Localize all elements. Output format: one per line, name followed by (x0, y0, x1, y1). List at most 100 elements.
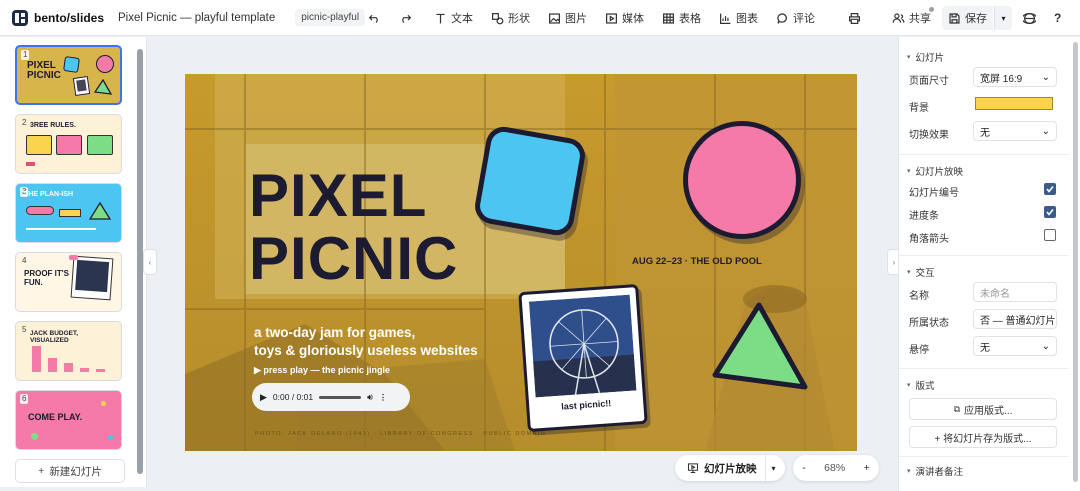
name-input[interactable]: 未命名 (973, 282, 1057, 302)
section-slideshow-header[interactable]: ▾ 幻灯片放映 (907, 164, 963, 178)
save-as-layout-button[interactable]: + 将幻灯片存为版式... (909, 426, 1057, 448)
caret-down-icon: ▾ (907, 382, 911, 389)
corner-arrows-checkbox[interactable] (1044, 229, 1056, 241)
media-icon (606, 12, 617, 24)
slide-thumbnail-6[interactable]: 6 COME PLAY. (15, 390, 122, 450)
slide-canvas[interactable]: PIXEL PICNIC a two-day jam for games, to… (185, 74, 857, 451)
image-tool-button[interactable]: 图片 (542, 6, 593, 30)
slide-thumbnail-title: PROOF IT'S FUN. (24, 269, 70, 287)
slideshow-label: 幻灯片放映 (704, 462, 757, 475)
start-slideshow-button[interactable]: 幻灯片放映 (675, 455, 766, 481)
top-toolbar: bento/slides Pixel Picnic — playful temp… (0, 0, 1080, 36)
slide-thumbnail-2[interactable]: 2 3REE RULES. (15, 114, 122, 174)
language-button[interactable] (1017, 6, 1042, 30)
print-button[interactable] (842, 6, 867, 30)
section-title: 交互 (915, 268, 935, 279)
play-icon[interactable]: ▶ (260, 392, 267, 403)
progress-bar-label: 进度条 (909, 211, 939, 222)
thumb-card (56, 135, 82, 155)
save-as-layout-label: + 将幻灯片存为版式... (934, 433, 1032, 445)
zoom-in-button[interactable]: + (864, 462, 870, 474)
text-icon (436, 13, 445, 23)
slide-thumbnail-3[interactable]: 3 THE PLAN-ISH (15, 183, 122, 243)
media-tool-button[interactable]: 媒体 (599, 6, 650, 30)
name-placeholder: 未命名 (980, 288, 1010, 300)
transition-label: 切换效果 (909, 130, 949, 141)
text-tool-button[interactable]: 文本 (428, 6, 479, 30)
slide-number: 5 (22, 325, 27, 334)
apply-layout-button[interactable]: ⧉ 应用版式... (909, 398, 1057, 420)
slideshow-options-caret-icon[interactable]: ▾ (766, 464, 782, 473)
redo-button[interactable] (393, 6, 418, 30)
shape-tool-button[interactable]: 形状 (485, 6, 536, 30)
section-layout-header[interactable]: ▾ 版式 (907, 378, 935, 392)
thumb-pill (26, 206, 54, 215)
state-select[interactable]: 否 — 普通幻灯片 (973, 309, 1057, 329)
chevron-down-icon: ⌄ (1041, 71, 1050, 83)
slide-thumbnail-title: COME PLAY. (28, 412, 83, 422)
media-tool-label: 媒体 (622, 13, 644, 25)
press-play-caption[interactable]: ▶ press play — the picnic jingle (254, 365, 390, 376)
save-options-dropdown[interactable]: ▾ (994, 6, 1012, 30)
background-color-swatch[interactable] (975, 97, 1053, 110)
thumb-tape (69, 255, 78, 260)
slide-thumbnail-5[interactable]: 5 JACK BUDGET, VISUALIZED (15, 321, 122, 381)
help-button[interactable]: ? (1048, 6, 1067, 30)
green-triangle-shape[interactable] (703, 297, 813, 397)
theme-chip[interactable]: picnic-playful (295, 9, 366, 26)
section-title: 版式 (915, 381, 935, 392)
slide-subtitle-line-2: toys & gloriously useless websites (254, 343, 478, 358)
pink-circle-shape[interactable] (683, 121, 801, 239)
app-logo[interactable]: bento/slides (12, 9, 105, 26)
new-slide-button[interactable]: + 新建幻灯片 (15, 459, 125, 483)
more-options-icon[interactable]: ⋮ (379, 392, 388, 403)
audio-time: 0:00 / 0:01 (272, 392, 314, 402)
properties-panel: ▾ 幻灯片 页面尺寸 宽屏 16:9 ⌄ 背景 切换效果 无 ⌄ ▾ 幻灯片放映 幻灯片… (898, 37, 1080, 491)
comment-tool-button[interactable]: 评论 (770, 6, 821, 30)
thumb-polaroid (72, 76, 91, 96)
section-title: 演讲者备注 (915, 467, 964, 478)
slide-title[interactable]: PIXEL PICNIC (249, 164, 458, 290)
blue-square-shape[interactable] (472, 124, 588, 238)
table-tool-button[interactable]: 表格 (656, 6, 707, 30)
save-button[interactable]: 保存 (942, 6, 993, 30)
layout-icon: ⧉ (953, 403, 961, 414)
page-size-label: 页面尺寸 (909, 76, 949, 87)
slide-thumbnail-4[interactable]: 4 PROOF IT'S FUN. (15, 252, 122, 312)
audio-progress-track[interactable] (319, 395, 362, 399)
chart-tool-button[interactable]: 图表 (713, 6, 764, 30)
zoom-out-button[interactable]: - (802, 462, 806, 474)
undo-button[interactable] (362, 6, 387, 30)
section-speaker-notes-header[interactable]: ▾ 演讲者备注 (907, 464, 963, 478)
thumb-bar (80, 368, 89, 372)
transition-select[interactable]: 无 ⌄ (973, 121, 1057, 141)
thumb-dot (31, 433, 38, 440)
shape-icon (492, 12, 504, 24)
thumb-square-shape (63, 56, 80, 73)
zoom-level[interactable]: 68% (824, 462, 845, 474)
slide-subtitle[interactable]: a two-day jam for games, toys & glorious… (254, 324, 478, 360)
slide-number-label: 幻灯片编号 (909, 188, 959, 199)
page-size-select[interactable]: 宽屏 16:9 ⌄ (973, 67, 1057, 87)
document-title[interactable]: Pixel Picnic — playful template (118, 12, 275, 24)
table-tool-label: 表格 (679, 13, 701, 25)
chevron-down-icon: ⌄ (1041, 125, 1050, 137)
thumb-dot (108, 435, 113, 440)
event-date-text[interactable]: AUG 22–23 · THE OLD POOL (632, 256, 762, 267)
divider (899, 456, 1069, 457)
audio-player[interactable]: ▶ 0:00 / 0:01 🔊︎ ⋮ (252, 383, 410, 411)
caret-down-icon: ▾ (907, 269, 911, 276)
slide-number-checkbox[interactable] (1044, 183, 1056, 195)
slide-thumbnail-1[interactable]: 1 PIXEL PICNIC (15, 45, 122, 105)
section-interaction-header[interactable]: ▾ 交互 (907, 265, 935, 279)
section-slide-header[interactable]: ▾ 幻灯片 (907, 50, 944, 64)
apply-layout-label: 应用版式... (964, 405, 1013, 417)
volume-icon[interactable]: 🔊︎ (367, 392, 373, 403)
logo-text: bento/slides (34, 10, 105, 25)
polaroid-photo[interactable]: last picnic!! (518, 283, 648, 433)
slide-thumbnail-title: PIXEL PICNIC (27, 60, 61, 81)
properties-scrollbar[interactable] (1073, 42, 1078, 482)
progress-bar-checkbox[interactable] (1044, 206, 1056, 218)
collapse-left-panel-button[interactable]: ‹ (143, 249, 157, 275)
hover-select[interactable]: 无 ⌄ (973, 336, 1057, 356)
